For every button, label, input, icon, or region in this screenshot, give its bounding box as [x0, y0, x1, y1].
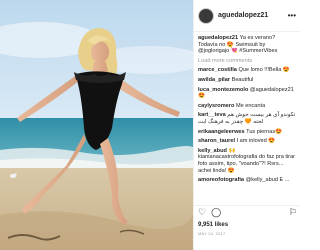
likes-count[interactable]: 9,951 likes: [198, 222, 228, 228]
more-horizontal-icon[interactable]: •••: [288, 11, 296, 20]
comment-username[interactable]: erikaangeleerwes: [198, 129, 245, 135]
comment-text: I am inloved 😍: [236, 138, 276, 145]
comment-username[interactable]: marce_costilla: [198, 67, 237, 73]
comment-username[interactable]: kelly_abud: [198, 148, 227, 154]
heart-icon[interactable]: ♡: [198, 208, 206, 217]
bookmark-icon[interactable]: ⚐: [289, 208, 297, 217]
comment-text: @kelly_abud E ...: [245, 177, 290, 184]
post-photo[interactable]: [0, 0, 193, 250]
comment-item: awilda_pilar Beautiful: [198, 77, 296, 84]
comment-item: amoreofotografia @kelly_abud E ...: [198, 177, 296, 184]
comment-username[interactable]: sharon_taurel: [198, 138, 235, 144]
post-side-panel: aguedalopez21 ••• aguedalopez21 Ya es ve…: [193, 0, 300, 250]
comment-item: caylysromero Me encanta: [198, 103, 296, 110]
caption: aguedalopez21 Ya es verano? Todavía no 😍…: [198, 35, 296, 55]
load-more-comments-link[interactable]: Load more comments: [198, 58, 296, 65]
comments-list: aguedalopez21 Ya es verano? Todavía no 😍…: [194, 32, 300, 184]
comment-item: kart__teva تکوندو آی هر بیست حوش هم لحته…: [198, 112, 296, 125]
comment-item: marce_costilla Que lomo !!!Bella 😍: [198, 67, 296, 74]
comment-item: sharon_taurel I am inloved 😍: [198, 138, 296, 145]
post-header: aguedalopez21 •••: [194, 0, 300, 32]
comment-item: luca_montezemolo @aguedalopez21 😍: [198, 87, 296, 100]
header-username[interactable]: aguedalopez21: [218, 12, 268, 19]
avatar[interactable]: [198, 7, 214, 24]
comment-item: erikaangeleerwes Tus piernas😍: [198, 129, 296, 136]
comment-text: Beautiful: [231, 76, 254, 83]
action-bar: ♡ ◯ ⚐: [194, 205, 300, 219]
comment-username[interactable]: caylysromero: [198, 103, 234, 109]
comment-username[interactable]: luca_montezemolo: [198, 87, 248, 93]
caption-username[interactable]: aguedalopez21: [198, 35, 238, 41]
comment-item: kelly_abud 🙌 kianianacastrofotografia do…: [198, 148, 296, 174]
comment-text: Tus piernas😍: [246, 128, 283, 135]
comment-text: Me encanta: [235, 102, 266, 109]
comment-username[interactable]: kart__teva: [198, 112, 226, 118]
comment-username[interactable]: awilda_pilar: [198, 77, 230, 83]
comment-text: Que lomo !!!Bella 😍: [238, 67, 290, 74]
beach-photo-image: [0, 0, 193, 250]
comment-username[interactable]: amoreofotografia: [198, 177, 244, 183]
comment-icon[interactable]: ◯: [211, 208, 221, 217]
post-date: MAY 24, 2017: [198, 231, 226, 236]
